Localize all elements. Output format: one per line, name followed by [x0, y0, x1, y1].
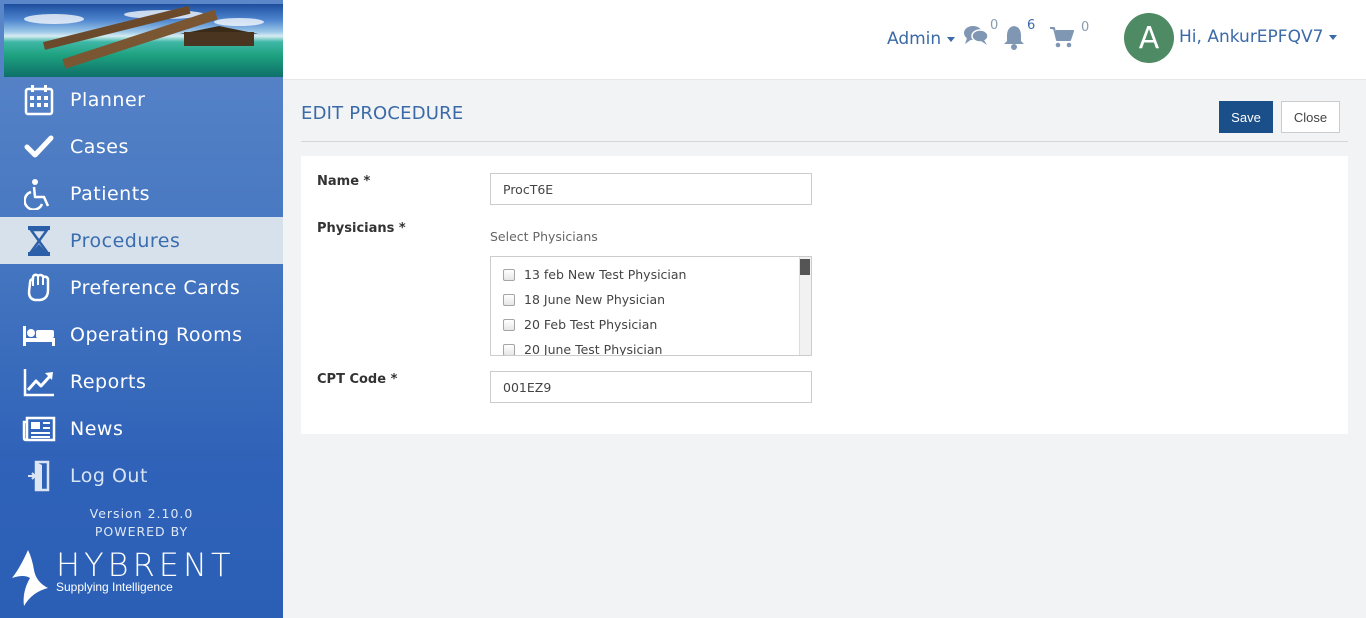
page-title: EDIT PROCEDURE — [301, 103, 464, 124]
sidebar-item-reports[interactable]: Reports — [0, 358, 283, 405]
user-greeting: Hi, AnkurEPFQV7 — [1179, 27, 1324, 47]
header-divider — [301, 141, 1348, 142]
powered-by-text: POWERED BY — [94, 524, 189, 539]
notifications-button[interactable]: 6 — [1002, 18, 1035, 54]
version-text: Version 2.10.0 — [89, 506, 194, 521]
procedure-form: Name * ProcT6E Physicians * Select Physi… — [301, 156, 1348, 434]
sidebar-item-label: Preference Cards — [70, 276, 241, 299]
hand-icon — [22, 271, 56, 305]
sidebar-item-preference-cards[interactable]: Preference Cards — [0, 264, 283, 311]
check-icon — [22, 130, 56, 164]
listbox-scrollbar[interactable] — [799, 257, 811, 355]
sidebar-item-label: Reports — [70, 370, 147, 393]
sidebar-item-label: Cases — [70, 135, 129, 158]
brand-name: HYBRENT — [56, 546, 235, 584]
hybrent-bird-icon — [10, 548, 50, 612]
comments-icon — [963, 24, 989, 50]
physician-name: 20 Feb Test Physician — [524, 317, 658, 332]
physician-checkbox[interactable] — [503, 343, 515, 355]
sidebar-item-label: Procedures — [70, 229, 181, 252]
sidebar-item-label: Log Out — [70, 464, 148, 487]
avatar[interactable]: A — [1124, 13, 1174, 63]
caret-down-icon — [947, 36, 956, 42]
physicians-label: Physicians * — [317, 221, 406, 236]
sign-out-icon — [22, 459, 56, 493]
messages-button[interactable]: 0 — [963, 18, 998, 50]
sidebar-item-news[interactable]: News — [0, 405, 283, 452]
wheelchair-icon — [22, 177, 56, 211]
header-banner-image — [4, 4, 283, 77]
top-bar: Admin 0 6 0 A Hi, AnkurEPFQV7 — [283, 0, 1366, 80]
cart-count: 0 — [1081, 20, 1090, 35]
sidebar: Planner Cases Patients Procedures Prefer… — [0, 0, 283, 618]
close-button[interactable]: Close — [1281, 101, 1340, 133]
scrollbar-thumb[interactable] — [800, 259, 810, 275]
admin-menu[interactable]: Admin — [887, 29, 956, 49]
physician-checkbox[interactable] — [503, 268, 515, 281]
list-item[interactable]: 18 June New Physician — [491, 287, 811, 312]
name-field[interactable]: ProcT6E — [490, 173, 812, 205]
sidebar-item-procedures[interactable]: Procedures — [0, 217, 283, 264]
calendar-icon — [22, 83, 56, 117]
list-item[interactable]: 13 feb New Test Physician — [491, 262, 811, 287]
sidebar-item-label: News — [70, 417, 124, 440]
user-menu[interactable]: Hi, AnkurEPFQV7 — [1179, 27, 1338, 47]
newspaper-icon — [22, 412, 56, 446]
sidebar-item-label: Patients — [70, 182, 151, 205]
cart-icon — [1049, 26, 1075, 52]
physicians-hint: Select Physicians — [490, 229, 598, 244]
sidebar-item-patients[interactable]: Patients — [0, 170, 283, 217]
caret-down-icon — [1329, 34, 1338, 40]
physician-checkbox[interactable] — [503, 293, 515, 306]
admin-label: Admin — [887, 29, 942, 49]
list-item[interactable]: 20 Feb Test Physician — [491, 312, 811, 337]
physicians-listbox[interactable]: 13 feb New Test Physician 18 June New Ph… — [490, 256, 812, 356]
hourglass-icon — [22, 224, 56, 258]
name-label: Name * — [317, 174, 371, 189]
bed-icon — [22, 318, 56, 352]
messages-count: 0 — [990, 18, 999, 33]
sidebar-item-planner[interactable]: Planner — [0, 76, 283, 123]
physician-checkbox[interactable] — [503, 318, 515, 331]
sidebar-item-operating-rooms[interactable]: Operating Rooms — [0, 311, 283, 358]
sidebar-nav: Planner Cases Patients Procedures Prefer… — [0, 76, 283, 499]
physician-name: 18 June New Physician — [524, 292, 666, 307]
sidebar-item-log-out[interactable]: Log Out — [0, 452, 283, 499]
version-info: Version 2.10.0 POWERED BY — [0, 505, 283, 541]
sidebar-item-label: Planner — [70, 88, 146, 111]
notifications-count: 6 — [1027, 18, 1036, 33]
sidebar-item-cases[interactable]: Cases — [0, 123, 283, 170]
cpt-code-label: CPT Code * — [317, 372, 398, 387]
cpt-code-field[interactable]: 001EZ9 — [490, 371, 812, 403]
physician-name: 20 June Test Physician — [524, 342, 663, 356]
brand-logo: HYBRENT Supplying Intelligence — [10, 548, 235, 612]
list-item[interactable]: 20 June Test Physician — [491, 337, 811, 356]
sidebar-item-label: Operating Rooms — [70, 323, 243, 346]
save-button[interactable]: Save — [1219, 101, 1273, 133]
cart-button[interactable]: 0 — [1049, 20, 1089, 52]
line-chart-icon — [22, 365, 56, 399]
physician-name: 13 feb New Test Physician — [524, 267, 687, 282]
bell-icon — [1002, 24, 1026, 54]
